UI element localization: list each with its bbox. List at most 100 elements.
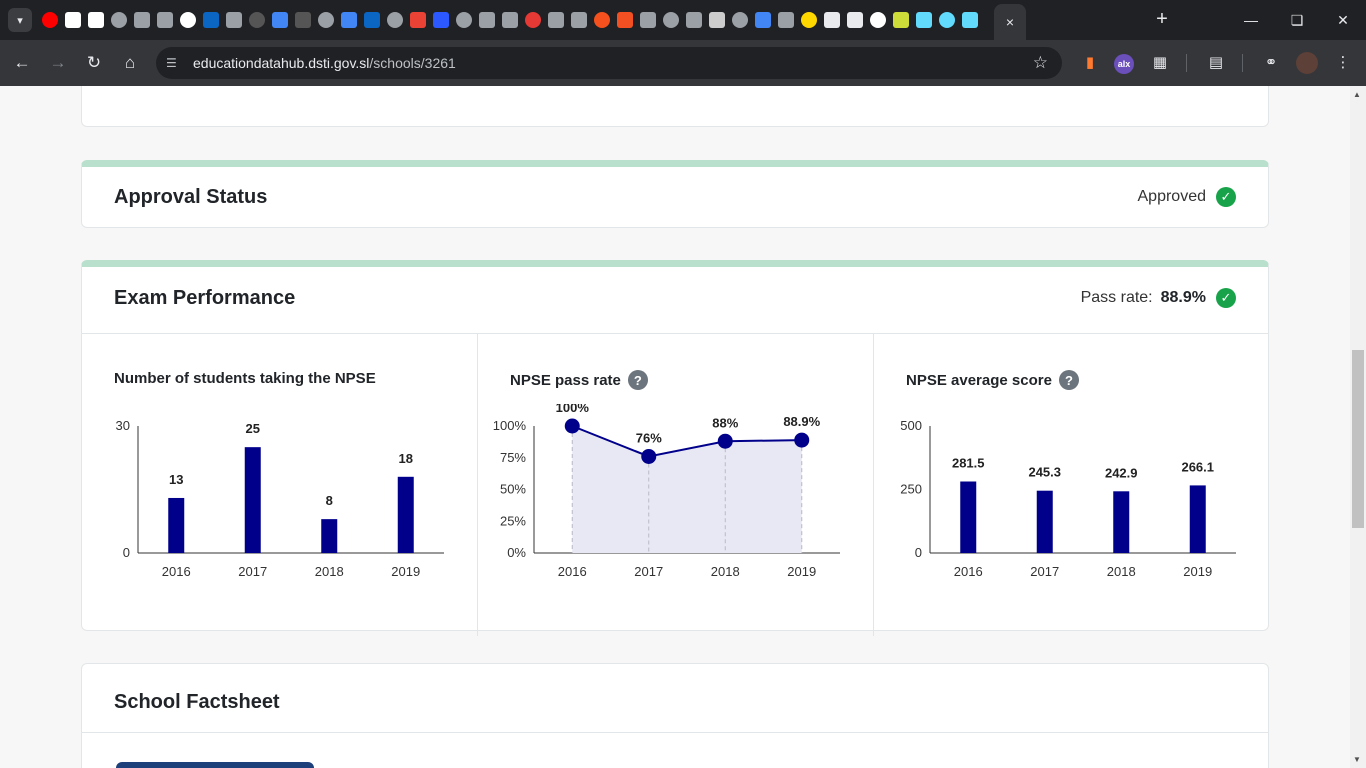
help-icon[interactable]: ? — [1058, 370, 1079, 390]
tab-favicon-icon[interactable] — [268, 10, 291, 30]
tab-favicon-icon[interactable] — [774, 10, 797, 30]
tab-favicon-icon[interactable] — [590, 10, 613, 30]
menu-kebab-icon[interactable]: ⋮ — [1330, 50, 1356, 76]
y-tick-label: 0 — [915, 545, 922, 560]
tab-favicon-icon[interactable] — [705, 10, 728, 30]
bar — [397, 476, 414, 553]
tab-favicon-icon[interactable] — [222, 10, 245, 30]
tab-favicon-icon[interactable] — [452, 10, 475, 30]
tab-favicon-icon[interactable] — [544, 10, 567, 30]
approval-status-text: Approved — [1137, 188, 1207, 205]
tab-favicon-icon[interactable] — [337, 10, 360, 30]
tab-favicon-icon[interactable] — [107, 10, 130, 30]
close-tab-icon[interactable]: × — [1006, 14, 1014, 30]
x-tick-label: 2016 — [558, 564, 587, 579]
tab-favicon-icon[interactable] — [153, 10, 176, 30]
pass-rate-chart-panel: NPSE pass rate ? 0% 25% 50% 75% 100% 100% 76% 8… — [477, 333, 873, 636]
active-tab[interactable]: × — [994, 4, 1026, 40]
address-bar[interactable]: ☰ educationdatahub.dsti.gov.sl/schools/3… — [156, 47, 1062, 79]
x-tick-label: 2018 — [1107, 564, 1136, 579]
tab-favicon-icon[interactable] — [843, 10, 866, 30]
tab-favicon-icon[interactable] — [245, 10, 268, 30]
tab-favicon-icon[interactable] — [38, 10, 61, 30]
tab-favicon-icon[interactable] — [797, 10, 820, 30]
bar — [244, 447, 261, 553]
tab-favicon-icon[interactable] — [199, 10, 222, 30]
factsheet-tab-button[interactable] — [116, 762, 314, 768]
tab-favicon-icon[interactable] — [61, 10, 84, 30]
bar — [168, 497, 185, 553]
previous-card — [81, 86, 1269, 127]
extension-icon[interactable]: ▮ — [1077, 50, 1103, 76]
puzzle-icon[interactable]: ▦ — [1147, 50, 1173, 76]
check-circle-icon: ✓ — [1216, 187, 1236, 207]
scroll-down-icon[interactable]: ▼ — [1353, 755, 1361, 764]
tab-favicon-icon[interactable] — [728, 10, 751, 30]
tab-favicon-icon[interactable] — [291, 10, 314, 30]
tab-favicon-icon[interactable] — [176, 10, 199, 30]
tab-favicon-icon[interactable] — [84, 10, 107, 30]
data-label: 100% — [556, 404, 590, 415]
tab-favicon-icon[interactable] — [682, 10, 705, 30]
tab-favicon-icon[interactable] — [866, 10, 889, 30]
approval-status: Approved ✓ — [1137, 187, 1236, 207]
y-tick-label: 50% — [500, 482, 526, 497]
bar — [321, 519, 338, 553]
bar — [960, 481, 977, 553]
reading-list-icon[interactable]: ▤ — [1203, 50, 1229, 76]
forward-icon[interactable]: → — [45, 50, 71, 76]
tab-favicon-icon[interactable] — [935, 10, 958, 30]
data-label: 8 — [326, 493, 333, 508]
tab-favicon-icon[interactable] — [958, 10, 981, 30]
performance-icon[interactable]: ⚭ — [1258, 50, 1284, 76]
tab-favicon-icon[interactable] — [406, 10, 429, 30]
tab-favicon-icon[interactable] — [636, 10, 659, 30]
help-icon[interactable]: ? — [627, 370, 648, 390]
site-info-icon[interactable]: ☰ — [166, 55, 182, 71]
tab-favicon-icon[interactable] — [521, 10, 544, 30]
tab-favicon-icon[interactable] — [567, 10, 590, 30]
close-window-icon[interactable]: ✕ — [1328, 8, 1358, 32]
tab-favicon-icon[interactable] — [130, 10, 153, 30]
tab-favicon-icon[interactable] — [429, 10, 452, 30]
bookmark-star-icon[interactable]: ☆ — [1033, 53, 1048, 73]
scrollbar-thumb[interactable] — [1352, 350, 1364, 528]
x-tick-label: 2019 — [1183, 564, 1212, 579]
average-score-chart-panel: NPSE average score ? 0 250 500 281.5 245.3 24… — [873, 333, 1268, 636]
data-point — [641, 448, 657, 464]
y-tick-label: 100% — [493, 418, 527, 433]
tab-favicon-icon[interactable] — [498, 10, 521, 30]
average-score-bar-chart: 0 250 500 281.5 245.3 242.9 266.1 2016 2017 2018 2… — [900, 418, 1236, 579]
tab-strip: ▾ × + — ❏ ✕ — [0, 0, 1366, 40]
x-tick-label: 2016 — [954, 564, 983, 579]
url-text[interactable]: educationdatahub.dsti.gov.sl/schools/326… — [193, 55, 456, 71]
page-scrollbar[interactable]: ▲ ▼ — [1350, 86, 1366, 768]
chevron-down-icon[interactable]: ▾ — [8, 8, 32, 32]
tab-favicon-icon[interactable] — [383, 10, 406, 30]
y-tick-label: 500 — [900, 418, 922, 433]
tab-favicon-icon[interactable] — [889, 10, 912, 30]
tab-favicon-icon[interactable] — [475, 10, 498, 30]
tab-favicon-icon[interactable] — [820, 10, 843, 30]
tab-favicon-icon[interactable] — [751, 10, 774, 30]
restore-icon[interactable]: ❏ — [1282, 8, 1312, 32]
reload-icon[interactable]: ↻ — [81, 50, 107, 76]
pass-rate: Pass rate: 88.9% ✓ — [1081, 288, 1236, 308]
x-tick-label: 2017 — [1030, 564, 1059, 579]
tab-favicon-icon[interactable] — [613, 10, 636, 30]
students-bar-chart: 0 30 13 25 8 18 2016 2017 2018 2019 — [116, 418, 444, 579]
tab-favicon-icon[interactable] — [360, 10, 383, 30]
y-tick-label: 25% — [500, 513, 526, 528]
home-icon[interactable]: ⌂ — [117, 50, 143, 76]
tab-favicon-icon[interactable] — [659, 10, 682, 30]
new-tab-button[interactable]: + — [1150, 8, 1174, 32]
avatar[interactable] — [1294, 50, 1320, 76]
back-icon[interactable]: ← — [9, 50, 35, 76]
tab-favicon-icon[interactable] — [314, 10, 337, 30]
alx-extension-icon[interactable]: alx — [1111, 50, 1137, 76]
toolbar-divider — [1186, 54, 1187, 72]
tab-favicon-icon[interactable] — [912, 10, 935, 30]
scroll-up-icon[interactable]: ▲ — [1353, 90, 1361, 99]
students-chart-title: Number of students taking the NPSE — [114, 370, 376, 387]
minimize-icon[interactable]: — — [1236, 8, 1266, 32]
